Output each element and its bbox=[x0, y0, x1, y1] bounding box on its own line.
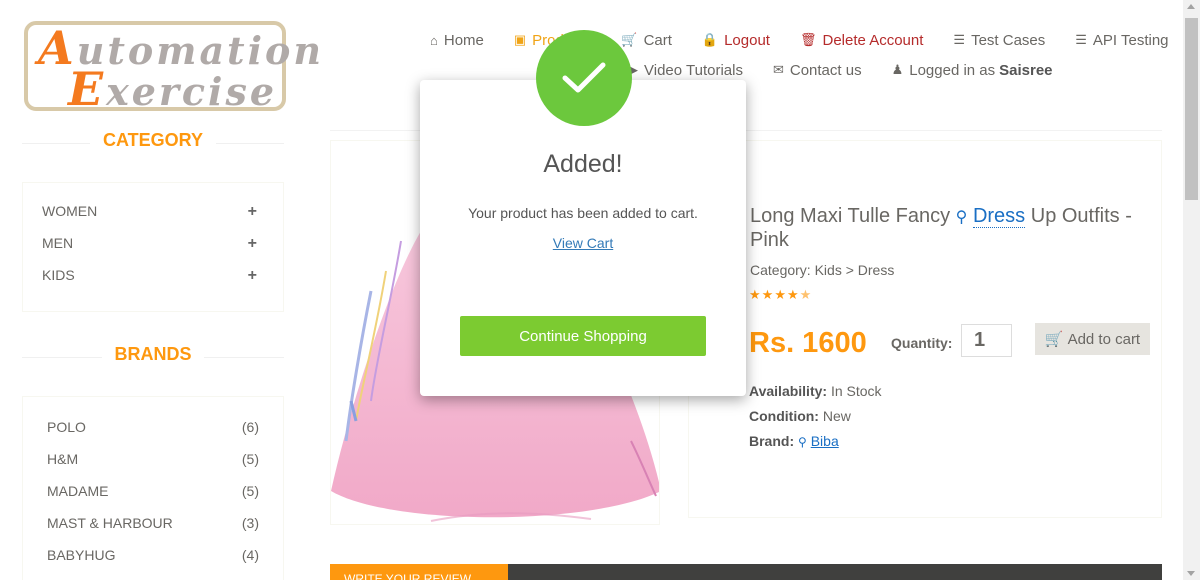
brand-name: MADAME bbox=[47, 483, 109, 499]
nav-delete-account-label: Delete Account bbox=[822, 31, 924, 49]
username: Saisree bbox=[999, 61, 1053, 79]
write-review-tab[interactable]: WRITE YOUR REVIEW bbox=[330, 564, 508, 580]
star-icon: ★ bbox=[749, 287, 762, 302]
product-category: Category: Kids > Dress bbox=[750, 262, 895, 278]
nav-video-tutorials-label: Video Tutorials bbox=[644, 61, 743, 79]
condition-value: New bbox=[822, 408, 851, 424]
condition: Condition: New bbox=[749, 408, 851, 424]
view-cart-link[interactable]: View Cart bbox=[420, 235, 746, 251]
brand-item-mast-harbour[interactable]: MAST & HARBOUR (3) bbox=[23, 515, 283, 547]
star-icon: ★ bbox=[774, 287, 787, 302]
nav-test-cases-label: Test Cases bbox=[971, 31, 1046, 49]
nav-api-testing-label: API Testing bbox=[1092, 31, 1169, 49]
home-icon: ⌂ bbox=[430, 32, 438, 48]
nav-cart-label: Cart bbox=[643, 31, 672, 49]
category-item-men[interactable]: MEN + bbox=[23, 235, 283, 267]
nav-test-cases[interactable]: ☰ Test Cases bbox=[953, 32, 1045, 49]
brand-value[interactable]: Biba bbox=[811, 433, 839, 449]
quantity-input[interactable] bbox=[961, 324, 1012, 357]
success-check-icon bbox=[536, 30, 632, 126]
modal-message: Your product has been added to cart. bbox=[468, 205, 698, 221]
category-label: MEN bbox=[42, 235, 74, 251]
nav-logout-label: Logout bbox=[724, 31, 770, 49]
trash-icon: 🗑 bbox=[799, 32, 817, 47]
nav-contact-us-label: Contact us bbox=[789, 61, 862, 79]
user-icon: ♟ bbox=[891, 62, 904, 77]
availability-value: In Stock bbox=[830, 383, 882, 399]
brand-label: Brand: bbox=[749, 433, 795, 449]
added-to-cart-modal: Added! Your product has been added to ca… bbox=[420, 80, 746, 396]
logo-line-2: Exercise bbox=[68, 62, 278, 116]
page-scrollbar[interactable] bbox=[1183, 0, 1200, 580]
brand-item-babyhug[interactable]: BABYHUG (4) bbox=[23, 547, 283, 579]
modal-title: Added! bbox=[543, 150, 623, 178]
brand-count: (5) bbox=[241, 451, 259, 467]
brands-panel: POLO (6) H&M (5) MADAME (5) MAST & HARBO… bbox=[22, 396, 284, 580]
availability: Availability: In Stock bbox=[749, 383, 882, 399]
brand-count: (6) bbox=[241, 419, 259, 435]
scroll-thumb[interactable] bbox=[1185, 18, 1198, 200]
category-panel: WOMEN + MEN + KIDS + bbox=[22, 182, 284, 312]
brand-name: MAST & HARBOUR bbox=[47, 515, 173, 531]
product-price: Rs. 1600 bbox=[749, 327, 867, 359]
category-label: WOMEN bbox=[42, 203, 98, 219]
magnifier-icon: ⚲ bbox=[955, 209, 968, 226]
brands-heading: BRANDS bbox=[22, 344, 284, 365]
nav-home-label: Home bbox=[443, 31, 484, 49]
plus-icon[interactable]: + bbox=[248, 267, 257, 299]
logged-in-status: ♟ Logged in as Saisree bbox=[892, 62, 1053, 79]
site-logo[interactable]: Automation Exercise bbox=[24, 21, 321, 116]
quantity-label: Quantity: bbox=[891, 335, 953, 351]
brand-item-hm[interactable]: H&M (5) bbox=[23, 451, 283, 483]
scroll-up-icon[interactable] bbox=[1187, 4, 1195, 9]
magnifier-icon: ⚲ bbox=[798, 435, 807, 449]
condition-label: Condition: bbox=[749, 408, 819, 424]
list-icon: ☰ bbox=[953, 32, 966, 47]
plus-icon[interactable]: + bbox=[248, 203, 257, 235]
brand-item-polo[interactable]: POLO (6) bbox=[23, 419, 283, 451]
half-star-icon: ★ bbox=[799, 287, 813, 302]
nav-contact-us[interactable]: ✉ Contact us bbox=[773, 62, 862, 79]
cart-icon: 🛒 bbox=[1044, 331, 1064, 348]
logged-in-label: Logged in as bbox=[909, 61, 996, 79]
star-rating: ★★★★★ bbox=[749, 287, 812, 303]
lock-icon: 🔒 bbox=[701, 32, 719, 47]
continue-shopping-button[interactable]: Continue Shopping bbox=[460, 316, 706, 356]
category-heading: CATEGORY bbox=[22, 130, 284, 151]
products-icon: ▣ bbox=[513, 32, 527, 47]
nav-api-testing[interactable]: ☰ API Testing bbox=[1075, 32, 1168, 49]
brand-count: (4) bbox=[241, 547, 259, 563]
availability-label: Availability: bbox=[749, 383, 828, 399]
nav-home[interactable]: ⌂ Home bbox=[430, 32, 484, 49]
brand-count: (3) bbox=[241, 515, 259, 531]
star-icon: ★ bbox=[761, 287, 775, 302]
brand-name: H&M bbox=[47, 451, 79, 467]
plus-icon[interactable]: + bbox=[248, 235, 257, 267]
category-label: KIDS bbox=[42, 267, 75, 283]
star-icon: ★ bbox=[786, 287, 800, 302]
brand-item-madame[interactable]: MADAME (5) bbox=[23, 483, 283, 515]
product-title: Long Maxi Tulle Fancy ⚲ Dress Up Outfits… bbox=[750, 205, 1150, 251]
brand: Brand: ⚲ Biba bbox=[749, 433, 839, 449]
brand-name: POLO bbox=[47, 419, 86, 435]
envelope-icon: ✉ bbox=[772, 62, 784, 77]
nav-row-1: ⌂ Home ▣ Products 🛒 Cart 🔒 Logout 🗑 Dele… bbox=[430, 30, 1170, 50]
product-title-highlight[interactable]: Dress bbox=[972, 205, 1026, 228]
brand-count: (5) bbox=[241, 483, 259, 499]
nav-logout[interactable]: 🔒 Logout bbox=[702, 32, 770, 49]
scroll-down-icon[interactable] bbox=[1187, 571, 1195, 576]
nav-cart[interactable]: 🛒 Cart bbox=[621, 32, 672, 49]
cart-icon: 🛒 bbox=[621, 32, 638, 47]
nav-video-tutorials[interactable]: ▶ Video Tutorials bbox=[628, 62, 743, 79]
add-to-cart-label: Add to cart bbox=[1067, 330, 1141, 348]
product-title-part1: Long Maxi Tulle Fancy bbox=[750, 205, 951, 227]
add-to-cart-button[interactable]: 🛒 Add to cart bbox=[1035, 323, 1150, 355]
category-item-kids[interactable]: KIDS + bbox=[23, 267, 283, 299]
brand-name: BABYHUG bbox=[47, 547, 116, 563]
category-item-women[interactable]: WOMEN + bbox=[23, 203, 283, 235]
nav-delete-account[interactable]: 🗑 Delete Account bbox=[800, 32, 923, 49]
list-icon: ☰ bbox=[1075, 32, 1087, 47]
